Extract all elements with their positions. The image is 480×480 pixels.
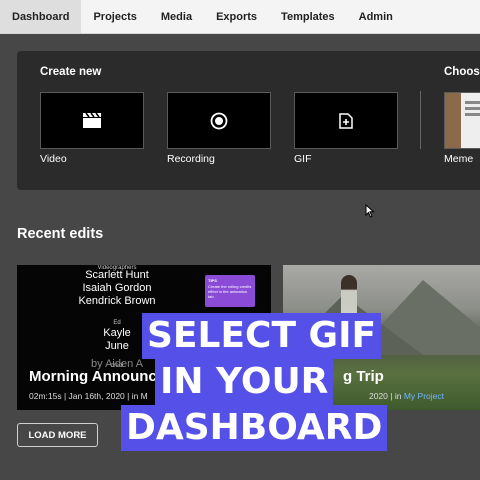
tab-dashboard[interactable]: Dashboard [0, 0, 82, 33]
tips-heading: TIPS [208, 278, 217, 283]
video-label: Video [40, 153, 67, 165]
credits-name: Scarlett Hunt [85, 269, 149, 281]
create-new-panel: Create new Choose Video Recording GIF Me… [17, 51, 480, 190]
overlay-caption-line: DASHBOARD [121, 405, 388, 451]
credits-name: Kendrick Brown [78, 295, 156, 307]
credits-name: Isaiah Gordon [82, 282, 152, 294]
gif-add-icon [339, 112, 353, 129]
meme-template-thumbnail[interactable] [444, 92, 480, 149]
tab-exports[interactable]: Exports [204, 0, 269, 33]
meme-label: Meme [444, 153, 474, 165]
tips-body: Create the rolling credits effect in the… [208, 284, 252, 299]
recent-edits-heading: Recent edits [17, 226, 104, 242]
recording-label: Recording [167, 153, 215, 165]
overlay-caption-line: IN YOUR [155, 359, 334, 405]
overlay-caption-line: SELECT GIF [142, 313, 382, 359]
mouse-cursor-icon [365, 204, 375, 218]
choose-heading: Choose [444, 66, 480, 78]
tab-projects[interactable]: Projects [81, 0, 148, 33]
card-meta: 2020 | in [369, 391, 404, 401]
create-recording-tile[interactable] [167, 92, 271, 149]
top-nav: Dashboard Projects Media Exports Templat… [0, 0, 480, 34]
tips-box: TIPS Create the rolling credits effect i… [205, 275, 255, 307]
create-video-tile[interactable] [40, 92, 144, 149]
clapperboard-icon [83, 113, 101, 128]
gif-label: GIF [294, 153, 312, 165]
tab-media[interactable]: Media [149, 0, 204, 33]
tab-admin[interactable]: Admin [347, 0, 405, 33]
tab-templates[interactable]: Templates [269, 0, 347, 33]
card-meta: 02m:15s | Jan 16th, 2020 | in M [29, 391, 148, 401]
load-more-button[interactable]: LOAD MORE [17, 423, 98, 447]
divider [420, 91, 421, 149]
record-icon [210, 112, 228, 129]
create-new-heading: Create new [40, 66, 102, 78]
card-title: g Trip [343, 368, 384, 385]
create-gif-tile[interactable] [294, 92, 398, 149]
card-title: Morning Announc [29, 368, 157, 385]
project-link[interactable]: My Project [404, 391, 444, 401]
